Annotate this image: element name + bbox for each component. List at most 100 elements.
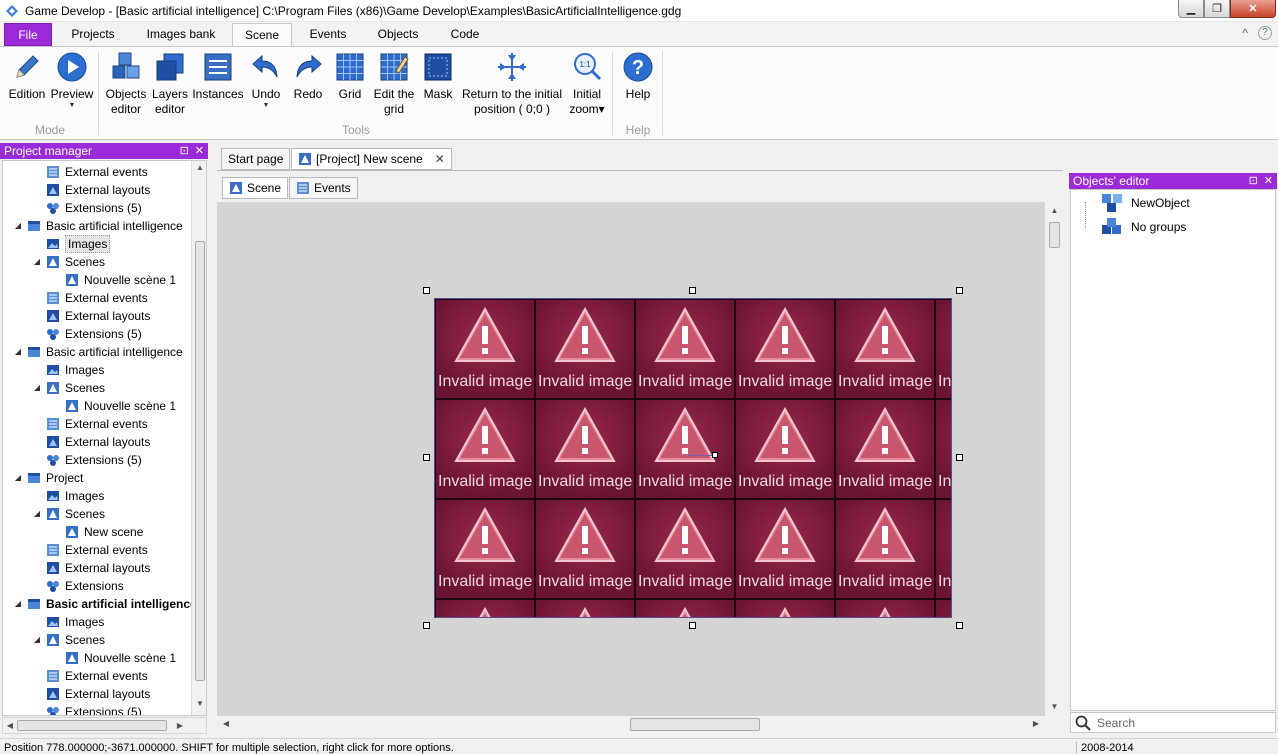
subtab-scene[interactable]: Scene	[222, 177, 289, 199]
scroll-left-arrow-icon[interactable]: ◀	[5, 721, 15, 730]
tree-item[interactable]: External layouts	[3, 181, 193, 199]
tree-item[interactable]: ◢ Scenes	[3, 379, 193, 397]
undo-dropdown-icon[interactable]: ▼	[248, 102, 284, 110]
tree-item[interactable]: Images	[3, 487, 193, 505]
tree-item[interactable]: Images	[3, 613, 193, 631]
subtab-events[interactable]: Events	[289, 177, 358, 199]
tab-events[interactable]: Events	[298, 23, 358, 46]
edit-grid-button[interactable]: Edit the grid	[372, 51, 416, 117]
invalid-image-tile[interactable]: Invalid image	[536, 600, 634, 617]
tree-item[interactable]: Nouvelle scène 1	[3, 649, 193, 667]
preview-button[interactable]: Preview ▼	[50, 51, 94, 110]
help-button[interactable]: ? Help	[618, 51, 658, 102]
rotation-handle[interactable]	[712, 452, 718, 458]
invalid-image-tile[interactable]: Invalid image	[936, 400, 951, 498]
tree-item[interactable]: ◢ Basic artificial intelligence	[3, 343, 193, 361]
tab-file[interactable]: File	[4, 23, 52, 46]
expander-icon[interactable]: ◢	[13, 343, 23, 361]
invalid-image-tile[interactable]: Invalid image	[736, 500, 834, 598]
mask-button[interactable]: Mask	[420, 51, 456, 102]
tree-item[interactable]: Extensions (5)	[3, 199, 193, 217]
expander-icon[interactable]: ◢	[32, 631, 42, 649]
scroll-up-arrow-icon[interactable]: ▲	[192, 163, 206, 172]
expander-icon[interactable]: ◢	[32, 253, 42, 271]
scroll-up-arrow-icon[interactable]: ▲	[1046, 206, 1063, 215]
tree-item[interactable]: External events	[3, 667, 193, 685]
tree-item[interactable]: ◢ Scenes	[3, 631, 193, 649]
scroll-down-arrow-icon[interactable]: ▼	[192, 699, 206, 708]
expander-icon[interactable]: ◢	[32, 505, 42, 523]
invalid-image-tile[interactable]: Invalid image	[836, 500, 934, 598]
invalid-image-tile[interactable]: Invalid image	[736, 400, 834, 498]
initial-zoom-button[interactable]: 1:1 Initial zoom▾	[566, 51, 608, 117]
selection-handle[interactable]	[956, 287, 963, 294]
expander-icon[interactable]: ◢	[32, 379, 42, 397]
edition-button[interactable]: Edition	[6, 51, 48, 102]
collapse-ribbon-icon[interactable]: ^	[1242, 26, 1248, 40]
tree-item[interactable]: External layouts	[3, 433, 193, 451]
tree-item[interactable]: External layouts	[3, 559, 193, 577]
invalid-image-tile[interactable]: Invalid image	[536, 300, 634, 398]
tree-item[interactable]: ◢ Scenes	[3, 505, 193, 523]
tree-item[interactable]: ◢ Basic artificial intelligence	[3, 595, 197, 613]
tree-item[interactable]: Images	[3, 361, 193, 379]
selection-handle[interactable]	[423, 622, 430, 629]
invalid-image-tile[interactable]: Invalid image	[536, 500, 634, 598]
invalid-image-tile[interactable]: Invalid image	[436, 400, 534, 498]
invalid-image-tile[interactable]: Invalid image	[436, 600, 534, 617]
tree-item[interactable]: ◢ Project	[3, 469, 193, 487]
invalid-image-tile[interactable]: Invalid image	[936, 300, 951, 398]
minimize-button[interactable]: ▁	[1178, 0, 1204, 18]
scene-vertical-scrollbar[interactable]: ▲ ▼	[1046, 202, 1063, 716]
close-panel-icon[interactable]: ✕	[1264, 173, 1273, 189]
invalid-image-tile[interactable]: Invalid image	[536, 400, 634, 498]
preview-dropdown-icon[interactable]: ▼	[50, 102, 94, 110]
invalid-image-tile[interactable]: Invalid image	[436, 300, 534, 398]
search-input[interactable]: Search	[1070, 712, 1276, 733]
invalid-image-tile[interactable]: Invalid image	[636, 600, 734, 617]
expander-icon[interactable]: ◢	[13, 595, 23, 613]
scene-hscroll-thumb[interactable]	[630, 718, 760, 731]
scene-vscroll-thumb[interactable]	[1049, 222, 1060, 248]
tree-item[interactable]: External events	[3, 541, 193, 559]
pin-icon[interactable]: ⊡	[1249, 173, 1258, 189]
tree-item[interactable]: External layouts	[3, 307, 193, 325]
selection-handle[interactable]	[423, 287, 430, 294]
pin-icon[interactable]: ⊡	[180, 143, 189, 159]
return-initial-position-button[interactable]: Return to the initial position ( 0;0 )	[460, 51, 564, 117]
object-instances-area[interactable]: Invalid image Invalid image Invalid image I…	[434, 298, 952, 618]
tree-hscroll-thumb[interactable]	[17, 720, 167, 731]
objects-editor-button[interactable]: Objects editor	[104, 51, 148, 117]
tree-item[interactable]: External layouts	[3, 685, 193, 703]
layers-editor-button[interactable]: Layers editor	[150, 51, 190, 117]
invalid-image-tile[interactable]: Invalid image	[936, 600, 951, 617]
tree-item[interactable]: Extensions (5)	[3, 325, 193, 343]
selection-handle[interactable]	[689, 287, 696, 294]
tree-item[interactable]: Nouvelle scène 1	[3, 397, 193, 415]
tree-item[interactable]: Extensions (5)	[3, 451, 193, 469]
tree-scroll-thumb[interactable]	[195, 241, 205, 681]
undo-button[interactable]: Undo ▼	[248, 51, 284, 110]
tree-item[interactable]: Images	[3, 235, 193, 253]
tree-item[interactable]: Nouvelle scène 1	[3, 271, 193, 289]
object-item-newobject[interactable]: NewObject	[1101, 192, 1190, 214]
scroll-down-arrow-icon[interactable]: ▼	[1046, 702, 1063, 711]
tab-objects[interactable]: Objects	[366, 23, 430, 46]
tree-item[interactable]: Extensions	[3, 577, 193, 595]
invalid-image-tile[interactable]: Invalid image	[436, 500, 534, 598]
tree-vertical-scrollbar[interactable]: ▲ ▼	[191, 161, 206, 715]
instances-button[interactable]: Instances	[192, 51, 244, 102]
tree-item[interactable]: External events	[3, 163, 193, 181]
scroll-left-arrow-icon[interactable]: ◀	[221, 719, 231, 728]
tab-images-bank[interactable]: Images bank	[136, 23, 226, 46]
scene-horizontal-scrollbar[interactable]: ◀ ▶	[217, 716, 1045, 733]
tree-item[interactable]: ◢ Scenes	[3, 253, 193, 271]
tree-item[interactable]: External events	[3, 415, 193, 433]
tab-scene[interactable]: Scene	[232, 23, 292, 47]
tree-item[interactable]: External events	[3, 289, 193, 307]
expander-icon[interactable]: ◢	[13, 469, 23, 487]
tab-start-page[interactable]: Start page	[221, 148, 291, 170]
close-tab-icon[interactable]: ✕	[435, 149, 445, 169]
invalid-image-tile[interactable]: Invalid image	[736, 300, 834, 398]
grid-button[interactable]: Grid	[332, 51, 368, 102]
